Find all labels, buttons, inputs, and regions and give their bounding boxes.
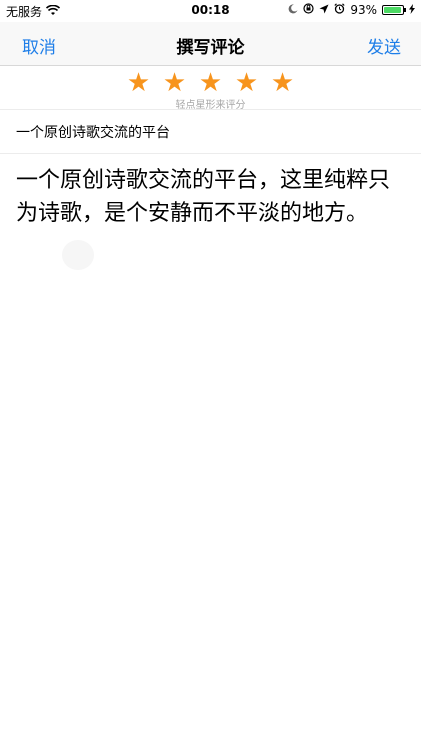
location-arrow-icon xyxy=(319,3,329,17)
star-3-icon[interactable]: ★ xyxy=(199,70,223,96)
status-bar: 无服务 00:18 93% xyxy=(0,0,421,22)
send-button[interactable]: 发送 xyxy=(367,33,401,58)
battery-tip xyxy=(404,8,406,12)
review-body-field[interactable]: 一个原创诗歌交流的平台，这里纯粹只为诗歌，是个安静而不平淡的地方。 xyxy=(16,164,392,230)
moon-icon xyxy=(288,3,298,17)
star-1-icon[interactable]: ★ xyxy=(127,70,151,96)
status-right: 93% xyxy=(288,3,415,17)
charging-bolt-icon xyxy=(409,3,415,17)
review-title-field[interactable]: 一个原创诗歌交流的平台 xyxy=(0,110,421,154)
alarm-icon xyxy=(334,3,345,17)
orientation-lock-icon xyxy=(303,3,314,17)
page-title: 撰写评论 xyxy=(176,38,245,58)
touch-highlight xyxy=(62,240,94,270)
battery-percent: 93% xyxy=(350,3,377,17)
star-rating: ★ ★ ★ ★ ★ 轻点星形来评分 xyxy=(0,66,421,111)
battery-fill xyxy=(384,7,401,13)
star-2-icon[interactable]: ★ xyxy=(163,70,187,96)
battery-icon xyxy=(382,5,406,15)
star-5-icon[interactable]: ★ xyxy=(271,70,295,96)
stars-row: ★ ★ ★ ★ ★ xyxy=(0,70,421,96)
star-4-icon[interactable]: ★ xyxy=(235,70,259,96)
navigation-bar: 取消 撰写评论 发送 xyxy=(0,22,421,66)
rating-hint: 轻点星形来评分 xyxy=(175,100,246,111)
review-title-text: 一个原创诗歌交流的平台 xyxy=(16,125,170,141)
